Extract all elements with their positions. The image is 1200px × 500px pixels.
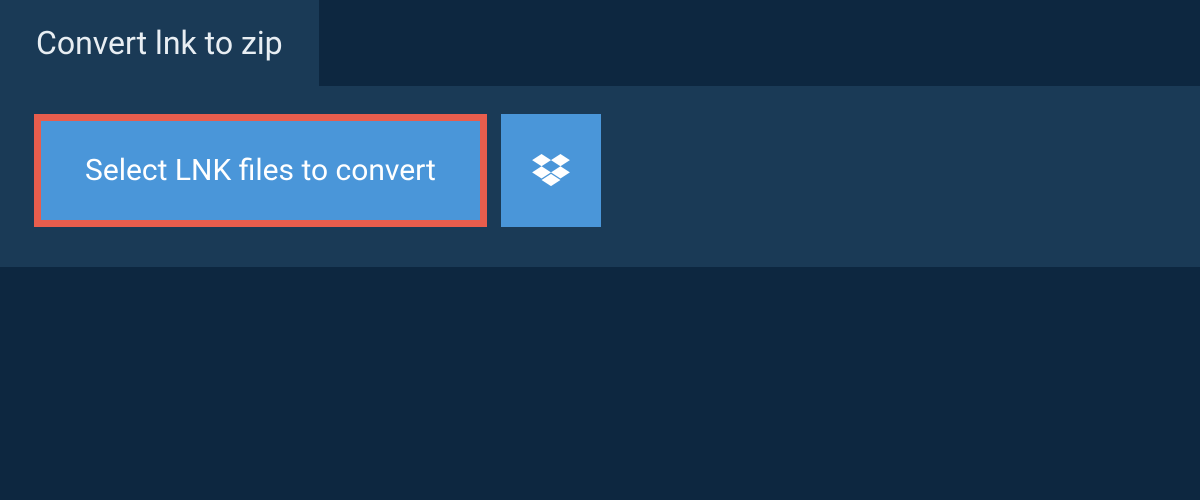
file-select-row: Select LNK files to convert — [34, 114, 1166, 227]
main-content: Select LNK files to convert — [0, 86, 1200, 267]
select-files-label: Select LNK files to convert — [85, 153, 436, 188]
dropbox-icon — [532, 154, 570, 188]
tab-bar: Convert lnk to zip — [0, 0, 1200, 86]
dropbox-button[interactable] — [501, 114, 601, 227]
tab-label: Convert lnk to zip — [36, 24, 283, 62]
select-files-button[interactable]: Select LNK files to convert — [34, 114, 487, 227]
tab-convert[interactable]: Convert lnk to zip — [0, 0, 319, 86]
